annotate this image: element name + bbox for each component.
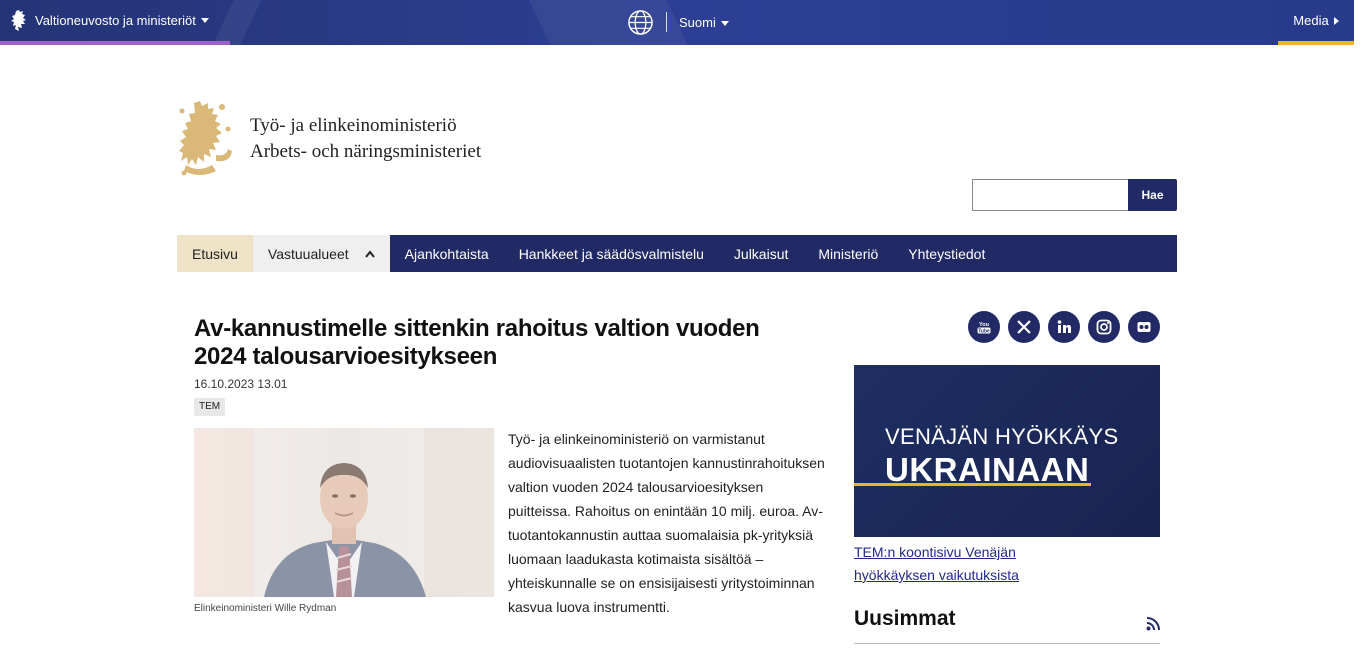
caret-down-icon	[200, 18, 209, 23]
language-bar: Suomi	[627, 7, 729, 37]
article-photo	[194, 428, 494, 597]
latest-section: Uusimmat	[854, 607, 1160, 644]
nav-item-contacts[interactable]: Yhteystiedot	[893, 235, 1000, 272]
nav-item-label: Hankkeet ja säädösvalmistelu	[518, 245, 704, 262]
government-menu-button[interactable]: Valtioneuvosto ja ministeriöt	[0, 0, 230, 45]
social-links: You Tube	[968, 311, 1160, 343]
x-icon[interactable]	[1008, 311, 1040, 343]
ministry-names: Työ- ja elinkeinoministeriö Arbets- och …	[250, 113, 481, 165]
article-tag[interactable]: TEM	[194, 398, 226, 416]
image-caption: Elinkeinoministeri Wille Rydman	[194, 603, 337, 614]
language-label: Suomi	[679, 14, 716, 30]
nav-item-label: Yhteystiedot	[908, 245, 986, 262]
nav-item-responsibilities[interactable]: Vastuualueet	[252, 235, 390, 272]
banner-accent-line	[854, 483, 1091, 486]
nav-item-publications[interactable]: Julkaisut	[719, 235, 803, 272]
language-selector[interactable]: Suomi	[679, 15, 729, 30]
ministry-logo[interactable]: Työ- ja elinkeinoministeriö Arbets- och …	[178, 99, 481, 179]
ministry-name-fi: Työ- ja elinkeinoministeriö	[250, 115, 457, 136]
rss-icon[interactable]	[1146, 617, 1160, 631]
linkedin-icon[interactable]	[1048, 311, 1080, 343]
media-button[interactable]: Media	[1278, 0, 1354, 45]
banner-line1: VENÄJÄN HYÖKKÄYS	[885, 424, 1119, 449]
instagram-icon[interactable]	[1088, 311, 1120, 343]
main-navigation: Etusivu Vastuualueet Ajankohtaista Hankk…	[177, 235, 1177, 272]
svg-text:You: You	[979, 322, 989, 328]
flickr-icon[interactable]	[1128, 311, 1160, 343]
globe-icon[interactable]	[627, 9, 654, 36]
nav-item-projects[interactable]: Hankkeet ja säädösvalmistelu	[504, 235, 719, 272]
media-label: Media	[1293, 13, 1329, 28]
nav-item-ministry[interactable]: Ministeriö	[803, 235, 893, 272]
nav-item-label: Etusivu	[192, 245, 238, 262]
latest-heading: Uusimmat	[854, 607, 956, 630]
youtube-icon[interactable]: You Tube	[968, 311, 1000, 343]
coat-of-arms-lion-icon	[179, 101, 232, 176]
search-input[interactable]	[972, 179, 1128, 211]
lion-icon	[11, 9, 26, 31]
search-button[interactable]: Hae	[1128, 179, 1177, 211]
article-title: Av-kannustimelle sittenkin rahoitus valt…	[194, 315, 760, 370]
nav-item-label: Ministeriö	[818, 245, 879, 262]
article-lead: Työ- ja elinkeinoministeriö on varmistan…	[508, 431, 825, 615]
ukraine-page-link[interactable]: TEM:n koontisivu Venäjän hyökkäyksen vai…	[854, 541, 1054, 587]
nav-item-current[interactable]: Ajankohtaista	[390, 235, 504, 272]
ministry-name-sv: Arbets- och näringsministeriet	[250, 141, 482, 162]
article-date: 16.10.2023 13.01	[194, 377, 288, 391]
government-menu-label: Valtioneuvosto ja ministeriöt	[35, 13, 196, 28]
nav-item-label: Julkaisut	[733, 245, 789, 262]
ukraine-banner[interactable]: VENÄJÄN HYÖKKÄYS UKRAINAAN	[854, 365, 1160, 537]
nav-item-home[interactable]: Etusivu	[177, 235, 253, 272]
minister-portrait	[194, 428, 494, 597]
top-bar: Valtioneuvosto ja ministeriöt Suomi Medi…	[0, 0, 1354, 45]
caret-right-icon	[1333, 16, 1339, 25]
nav-item-label: Ajankohtaista	[404, 245, 489, 262]
search-form: Hae	[972, 179, 1177, 211]
nav-item-label: Vastuualueet	[267, 245, 349, 262]
divider	[666, 12, 667, 32]
svg-text:Tube: Tube	[978, 328, 990, 334]
chevron-up-icon	[364, 249, 375, 258]
caret-down-icon	[720, 20, 729, 26]
